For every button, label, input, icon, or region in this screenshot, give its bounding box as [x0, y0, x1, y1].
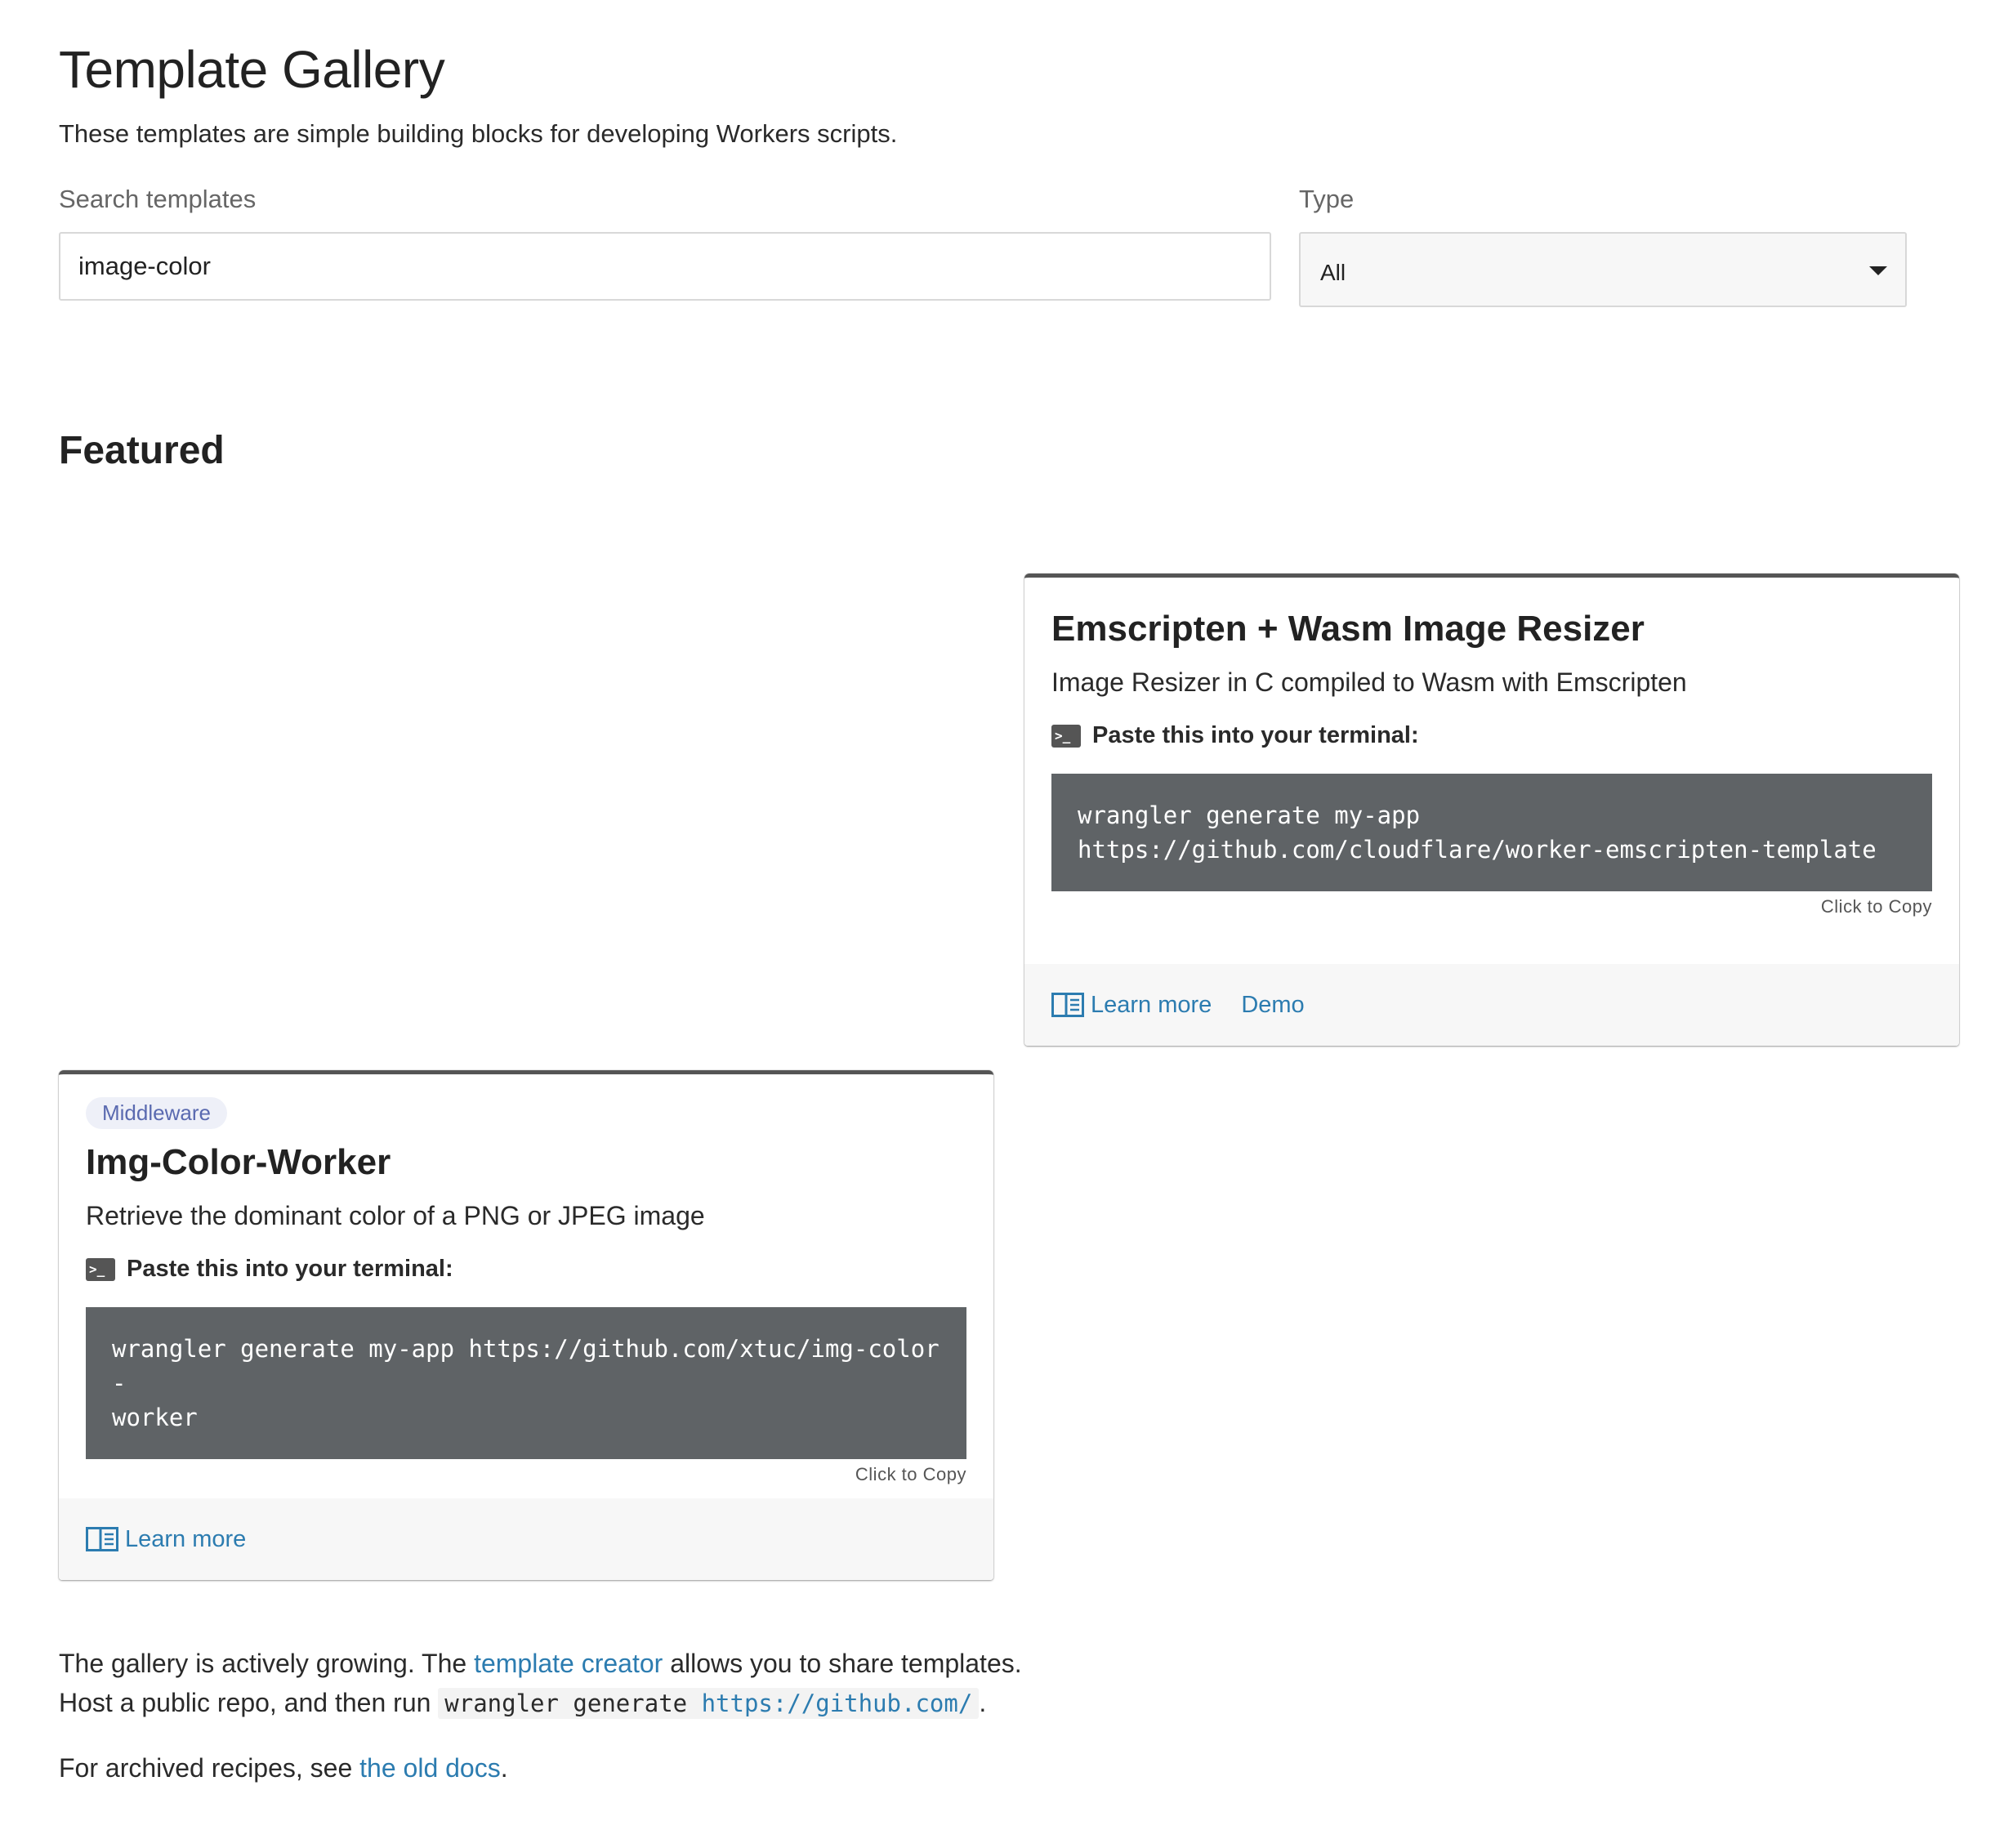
command-line: worker — [112, 1404, 198, 1431]
book-icon — [1051, 993, 1084, 1017]
old-docs-link[interactable]: the old docs — [359, 1753, 501, 1783]
type-label: Type — [1299, 185, 1355, 213]
card-title: Img-Color-Worker — [86, 1142, 391, 1182]
learn-more-label: Learn more — [1091, 991, 1212, 1018]
learn-more-label: Learn more — [125, 1525, 247, 1552]
category-badge: Middleware — [86, 1097, 227, 1129]
chevron-down-icon — [1869, 266, 1887, 275]
archived-recipes-text: For archived recipes, see the old docs. — [59, 1753, 508, 1783]
command-line: wrangler generate my-app https://github.… — [112, 1335, 940, 1397]
inline-command: wrangler generate https://github.com/ — [438, 1688, 980, 1719]
terminal-label: Paste this into your terminal: — [127, 1256, 453, 1282]
template-card-img-color-worker: Middleware Img-Color-Worker Retrieve the… — [59, 1070, 993, 1580]
terminal-instruction: >_ Paste this into your terminal: — [86, 1256, 966, 1283]
command-line: https://github.com/cloudflare/worker-ems… — [1078, 836, 1877, 864]
github-link[interactable]: https://github.com/ — [702, 1690, 973, 1717]
text-fragment: . — [500, 1753, 508, 1783]
search-label: Search templates — [59, 185, 257, 213]
card-footer: Learn more — [59, 1498, 993, 1580]
template-card-emscripten: Emscripten + Wasm Image Resizer Image Re… — [1024, 574, 1959, 1046]
card-description: Image Resizer in C compiled to Wasm with… — [1051, 667, 1687, 697]
code-fragment: wrangler generate — [444, 1690, 702, 1717]
command-code-box[interactable]: wrangler generate my-app https://github.… — [86, 1307, 966, 1459]
type-select-value: All — [1320, 260, 1346, 285]
learn-more-link[interactable]: Learn more — [86, 1526, 246, 1553]
text-fragment: Host a public repo, and then run — [59, 1688, 439, 1717]
command-line: wrangler generate my-app — [1078, 801, 1421, 829]
text-fragment: The gallery is actively growing. The — [59, 1649, 475, 1678]
card-footer: Learn more Demo — [1024, 964, 1959, 1046]
terminal-instruction: >_ Paste this into your terminal: — [1051, 722, 1932, 749]
text-fragment: . — [979, 1688, 987, 1717]
gallery-growing-text: The gallery is actively growing. The tem… — [59, 1649, 1022, 1679]
card-description: Retrieve the dominant color of a PNG or … — [86, 1201, 705, 1230]
card-title: Emscripten + Wasm Image Resizer — [1051, 609, 1645, 649]
template-creator-link[interactable]: template creator — [474, 1649, 663, 1678]
type-select[interactable]: All — [1299, 232, 1907, 307]
text-fragment: allows you to share templates. — [663, 1649, 1022, 1678]
learn-more-link[interactable]: Learn more — [1051, 992, 1212, 1019]
click-to-copy-hint[interactable]: Click to Copy — [86, 1464, 966, 1485]
text-fragment: For archived recipes, see — [59, 1753, 360, 1783]
terminal-icon: >_ — [1051, 724, 1081, 748]
host-repo-text: Host a public repo, and then run wrangle… — [59, 1688, 987, 1719]
book-icon — [86, 1527, 118, 1551]
page-title: Template Gallery — [59, 40, 445, 99]
click-to-copy-hint[interactable]: Click to Copy — [1051, 896, 1932, 917]
featured-heading: Featured — [59, 429, 225, 472]
search-input[interactable] — [59, 232, 1271, 301]
terminal-label: Paste this into your terminal: — [1092, 722, 1419, 748]
command-code-box[interactable]: wrangler generate my-app https://github.… — [1051, 774, 1932, 891]
terminal-icon: >_ — [86, 1257, 115, 1281]
page-subtitle: These templates are simple building bloc… — [59, 119, 898, 148]
demo-link[interactable]: Demo — [1241, 992, 1304, 1019]
